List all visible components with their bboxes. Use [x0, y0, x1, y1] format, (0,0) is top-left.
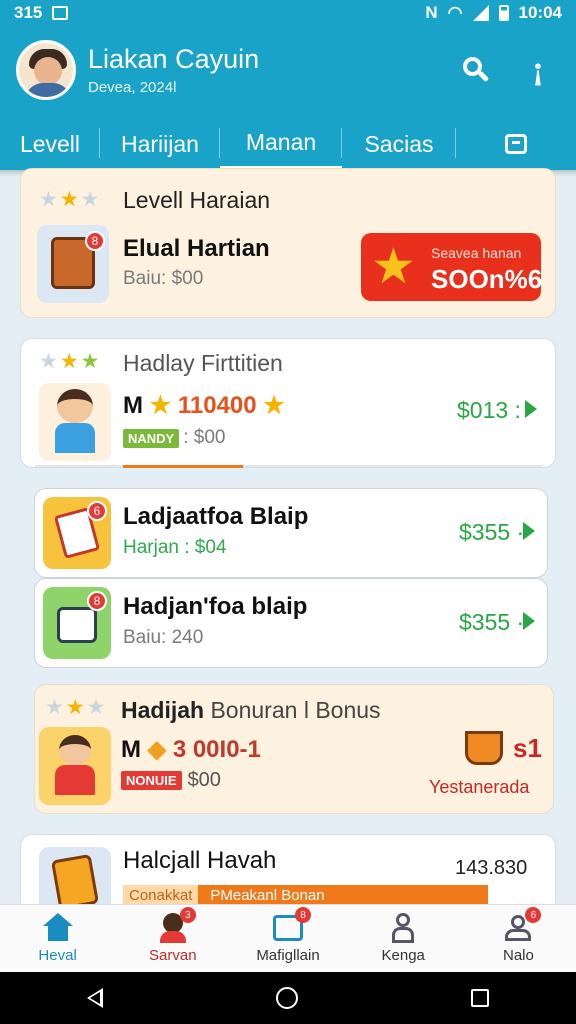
hadlay-card: ★ ★ ★ Hadlay Firttitien M ★ 110400 ★ NANDY…	[20, 338, 556, 468]
back-icon[interactable]	[86, 988, 103, 1008]
profile-icon: 6	[501, 907, 542, 943]
wifi-icon: ◠	[447, 3, 463, 22]
nfc-icon: N	[425, 3, 438, 22]
promo-button[interactable]: ★ Seavea hanan SOOn%6	[361, 233, 542, 301]
item-subtitle: Harjan : $04	[123, 537, 227, 558]
rating-stars: ★ ★ ★	[39, 189, 99, 210]
item-value: 3 00I0-1	[172, 736, 261, 763]
price: 143.830	[455, 857, 528, 879]
home-circle-icon[interactable]	[275, 987, 298, 1009]
item-title: Ladjaatfoa Blaip	[123, 503, 309, 530]
info-icon: ¡	[531, 52, 545, 88]
arrow-right-icon[interactable]	[525, 400, 537, 418]
book-icon: 8	[37, 225, 109, 303]
tab-bar: Levell Hariijan Manan Sacias	[0, 118, 576, 170]
person-icon	[386, 913, 420, 943]
home-icon	[41, 913, 75, 943]
nav-nalo[interactable]: 6 Nalo	[461, 905, 576, 972]
search-icon	[463, 57, 490, 83]
level-harian-card: ★ ★ ★ Levell Haraian 8 Elual Hartian Baiu:…	[20, 168, 556, 318]
tab-sacias[interactable]: Sacias	[342, 118, 456, 170]
user-icon: 3	[156, 907, 196, 943]
info-button[interactable]: ¡	[518, 50, 558, 90]
status-bar: 315 N ◠ 10:04	[0, 0, 576, 26]
nav-heval[interactable]: Heval	[0, 905, 115, 972]
status-badge: NANDY	[123, 428, 180, 448]
star-icon: ★	[39, 188, 58, 211]
signal-icon	[472, 5, 489, 21]
price: $355 ·	[459, 609, 525, 635]
item-title: Halcjall Havah	[123, 847, 277, 874]
halcjall-card: Halcjall Havah 143.830 Conakkat PMeakanl…	[20, 834, 556, 917]
avatar[interactable]	[16, 40, 76, 100]
battery-icon	[498, 5, 509, 21]
price: $355 ·	[459, 519, 525, 545]
star-icon: ★	[59, 350, 79, 373]
star-icon: ★	[80, 188, 100, 211]
star-icon: ★	[65, 696, 85, 719]
list-item[interactable]: 6 Ladjaatfoa Blaip Harjan : $04 $355 ·	[34, 488, 548, 578]
card-title: Levell Haraian	[123, 187, 271, 213]
status-badge: NONUIE	[121, 771, 182, 790]
bottom-nav: Heval 3 Sarvan 8 Mafigllain Kenga 6 Nalo	[0, 904, 576, 972]
search-button[interactable]	[456, 50, 496, 90]
star-icon: ★	[149, 392, 172, 419]
tab-levell[interactable]: Levell	[0, 118, 100, 170]
rating-stars: ★ ★ ★	[45, 697, 105, 718]
basket-icon	[465, 731, 503, 765]
shopping-bag-icon: 8	[43, 587, 111, 659]
progress-bar	[123, 465, 243, 468]
item-title: Hadjan'foa blaip	[123, 593, 308, 620]
card-title: Hadlay Firttitien	[123, 350, 283, 376]
item-value: 110400	[177, 392, 257, 419]
star-icon: ★	[59, 188, 79, 211]
arrow-right-icon[interactable]	[523, 612, 535, 630]
kid-avatar-icon	[39, 727, 111, 805]
bonus-card: ★ ★ ★ Hadijah Bonuran l Bonus M ◆ 3 00I0-1…	[34, 684, 554, 814]
system-nav-bar	[0, 972, 576, 1024]
user-name: Liakan Cayuin	[88, 44, 260, 74]
user-subtitle: Devea, 2024l	[88, 79, 177, 96]
app-header: Liakan Cayuin Devea, 2024l ¡	[0, 26, 576, 118]
bonus-footer-link[interactable]: Yestanerada	[429, 777, 529, 798]
star-icon: ★	[263, 392, 285, 419]
star-icon: ★	[39, 350, 58, 373]
list-item[interactable]: 8 Hadjan'foa blaip Baiu: 240 $355 ·	[34, 578, 548, 668]
gem-icon: ◆	[147, 736, 167, 763]
recents-icon[interactable]	[471, 989, 490, 1007]
item-price: Baiu: $00	[123, 268, 204, 289]
arrow-right-icon[interactable]	[523, 522, 535, 540]
nav-kenga[interactable]: Kenga	[346, 905, 461, 972]
receipt-icon: 6	[43, 497, 111, 569]
item-title: Elual Hartian	[123, 235, 270, 262]
nav-sarvan[interactable]: 3 Sarvan	[115, 905, 230, 972]
kid-avatar-icon	[39, 383, 111, 461]
bonus-count: s1	[513, 733, 542, 763]
nav-mafigllain[interactable]: 8 Mafigllain	[230, 905, 345, 972]
tab-hariijan[interactable]: Hariijan	[100, 118, 220, 170]
tab-more[interactable]	[456, 118, 576, 170]
message-icon: 8	[271, 907, 311, 943]
item-subtitle: Baiu: 240	[123, 627, 204, 648]
star-icon: ★	[45, 696, 64, 719]
star-icon: ★	[86, 696, 106, 719]
status-clock: 10:04	[518, 3, 562, 22]
card-title: Hadijah Bonuran l Bonus	[121, 697, 381, 723]
tab-manan[interactable]: Manan	[220, 118, 342, 170]
star-icon: ★	[371, 238, 416, 294]
status-time: 315	[14, 3, 43, 22]
image-notification-icon	[52, 6, 69, 20]
rating-stars: ★ ★ ★	[39, 351, 99, 372]
star-icon: ★	[80, 350, 100, 373]
tag-icon	[505, 134, 527, 154]
price: $013 :	[457, 397, 521, 423]
